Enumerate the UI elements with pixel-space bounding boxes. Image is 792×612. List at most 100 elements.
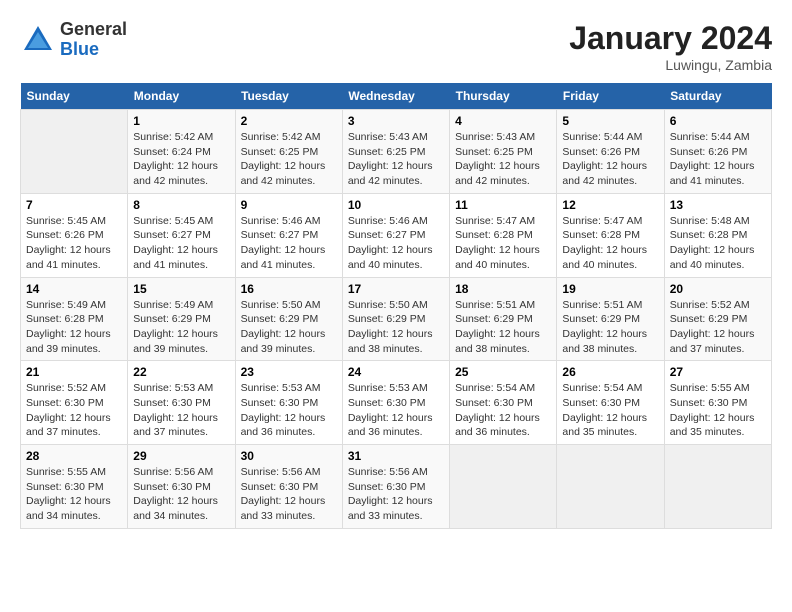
- week-row-3: 14 Sunrise: 5:49 AMSunset: 6:28 PMDayligh…: [21, 277, 772, 361]
- day-cell-21: 21 Sunrise: 5:52 AMSunset: 6:30 PMDayligh…: [21, 361, 128, 445]
- day-info: Sunrise: 5:50 AMSunset: 6:29 PMDaylight:…: [348, 298, 444, 357]
- day-info: Sunrise: 5:56 AMSunset: 6:30 PMDaylight:…: [241, 465, 337, 524]
- day-info: Sunrise: 5:54 AMSunset: 6:30 PMDaylight:…: [455, 381, 551, 440]
- month-title: January 2024: [569, 20, 772, 57]
- day-info: Sunrise: 5:44 AMSunset: 6:26 PMDaylight:…: [670, 130, 766, 189]
- day-number: 10: [348, 198, 444, 212]
- header-cell-wednesday: Wednesday: [342, 83, 449, 110]
- day-number: 27: [670, 365, 766, 379]
- day-info: Sunrise: 5:50 AMSunset: 6:29 PMDaylight:…: [241, 298, 337, 357]
- day-number: 29: [133, 449, 229, 463]
- day-number: 12: [562, 198, 658, 212]
- header-row: SundayMondayTuesdayWednesdayThursdayFrid…: [21, 83, 772, 110]
- day-info: Sunrise: 5:42 AMSunset: 6:25 PMDaylight:…: [241, 130, 337, 189]
- day-cell-14: 14 Sunrise: 5:49 AMSunset: 6:28 PMDayligh…: [21, 277, 128, 361]
- empty-cell: [557, 445, 664, 529]
- day-cell-26: 26 Sunrise: 5:54 AMSunset: 6:30 PMDayligh…: [557, 361, 664, 445]
- location: Luwingu, Zambia: [569, 57, 772, 73]
- day-info: Sunrise: 5:55 AMSunset: 6:30 PMDaylight:…: [26, 465, 122, 524]
- empty-cell: [21, 110, 128, 194]
- day-info: Sunrise: 5:47 AMSunset: 6:28 PMDaylight:…: [455, 214, 551, 273]
- day-cell-7: 7 Sunrise: 5:45 AMSunset: 6:26 PMDaylight…: [21, 193, 128, 277]
- day-number: 22: [133, 365, 229, 379]
- day-cell-3: 3Sunrise: 5:43 AMSunset: 6:25 PMDaylight…: [342, 110, 449, 194]
- day-cell-28: 28 Sunrise: 5:55 AMSunset: 6:30 PMDayligh…: [21, 445, 128, 529]
- week-row-5: 28 Sunrise: 5:55 AMSunset: 6:30 PMDayligh…: [21, 445, 772, 529]
- day-info: Sunrise: 5:53 AMSunset: 6:30 PMDaylight:…: [241, 381, 337, 440]
- day-number: 26: [562, 365, 658, 379]
- day-cell-19: 19Sunrise: 5:51 AMSunset: 6:29 PMDayligh…: [557, 277, 664, 361]
- day-number: 30: [241, 449, 337, 463]
- day-cell-16: 16Sunrise: 5:50 AMSunset: 6:29 PMDayligh…: [235, 277, 342, 361]
- day-cell-25: 25 Sunrise: 5:54 AMSunset: 6:30 PMDayligh…: [450, 361, 557, 445]
- day-cell-15: 15Sunrise: 5:49 AMSunset: 6:29 PMDayligh…: [128, 277, 235, 361]
- day-cell-29: 29 Sunrise: 5:56 AMSunset: 6:30 PMDayligh…: [128, 445, 235, 529]
- day-number: 20: [670, 282, 766, 296]
- day-cell-11: 11Sunrise: 5:47 AMSunset: 6:28 PMDayligh…: [450, 193, 557, 277]
- day-number: 5: [562, 114, 658, 128]
- day-info: Sunrise: 5:45 AMSunset: 6:26 PMDaylight:…: [26, 214, 122, 273]
- day-number: 2: [241, 114, 337, 128]
- day-cell-30: 30 Sunrise: 5:56 AMSunset: 6:30 PMDayligh…: [235, 445, 342, 529]
- day-info: Sunrise: 5:56 AMSunset: 6:30 PMDaylight:…: [133, 465, 229, 524]
- day-info: Sunrise: 5:42 AMSunset: 6:24 PMDaylight:…: [133, 130, 229, 189]
- day-info: Sunrise: 5:52 AMSunset: 6:30 PMDaylight:…: [26, 381, 122, 440]
- day-info: Sunrise: 5:46 AMSunset: 6:27 PMDaylight:…: [241, 214, 337, 273]
- day-number: 28: [26, 449, 122, 463]
- day-info: Sunrise: 5:48 AMSunset: 6:28 PMDaylight:…: [670, 214, 766, 273]
- day-number: 24: [348, 365, 444, 379]
- day-cell-9: 9 Sunrise: 5:46 AMSunset: 6:27 PMDaylight…: [235, 193, 342, 277]
- day-cell-31: 31 Sunrise: 5:56 AMSunset: 6:30 PMDayligh…: [342, 445, 449, 529]
- day-number: 1: [133, 114, 229, 128]
- logo-text: General Blue: [60, 20, 127, 60]
- day-cell-23: 23 Sunrise: 5:53 AMSunset: 6:30 PMDayligh…: [235, 361, 342, 445]
- day-info: Sunrise: 5:46 AMSunset: 6:27 PMDaylight:…: [348, 214, 444, 273]
- day-cell-13: 13 Sunrise: 5:48 AMSunset: 6:28 PMDayligh…: [664, 193, 771, 277]
- empty-cell: [450, 445, 557, 529]
- day-number: 25: [455, 365, 551, 379]
- day-info: Sunrise: 5:53 AMSunset: 6:30 PMDaylight:…: [133, 381, 229, 440]
- day-number: 21: [26, 365, 122, 379]
- day-cell-18: 18Sunrise: 5:51 AMSunset: 6:29 PMDayligh…: [450, 277, 557, 361]
- week-row-2: 7 Sunrise: 5:45 AMSunset: 6:26 PMDaylight…: [21, 193, 772, 277]
- day-number: 14: [26, 282, 122, 296]
- title-block: January 2024 Luwingu, Zambia: [569, 20, 772, 73]
- day-cell-22: 22 Sunrise: 5:53 AMSunset: 6:30 PMDayligh…: [128, 361, 235, 445]
- day-number: 19: [562, 282, 658, 296]
- day-info: Sunrise: 5:45 AMSunset: 6:27 PMDaylight:…: [133, 214, 229, 273]
- page-header: General Blue January 2024 Luwingu, Zambi…: [20, 20, 772, 73]
- day-info: Sunrise: 5:47 AMSunset: 6:28 PMDaylight:…: [562, 214, 658, 273]
- day-number: 23: [241, 365, 337, 379]
- day-number: 17: [348, 282, 444, 296]
- day-number: 8: [133, 198, 229, 212]
- day-number: 31: [348, 449, 444, 463]
- header-cell-thursday: Thursday: [450, 83, 557, 110]
- day-cell-6: 6 Sunrise: 5:44 AMSunset: 6:26 PMDaylight…: [664, 110, 771, 194]
- day-number: 13: [670, 198, 766, 212]
- day-number: 7: [26, 198, 122, 212]
- header-cell-saturday: Saturday: [664, 83, 771, 110]
- day-cell-20: 20Sunrise: 5:52 AMSunset: 6:29 PMDayligh…: [664, 277, 771, 361]
- logo-blue: Blue: [60, 40, 127, 60]
- day-cell-2: 2 Sunrise: 5:42 AMSunset: 6:25 PMDaylight…: [235, 110, 342, 194]
- day-cell-24: 24Sunrise: 5:53 AMSunset: 6:30 PMDayligh…: [342, 361, 449, 445]
- day-info: Sunrise: 5:49 AMSunset: 6:28 PMDaylight:…: [26, 298, 122, 357]
- day-cell-12: 12 Sunrise: 5:47 AMSunset: 6:28 PMDayligh…: [557, 193, 664, 277]
- day-number: 4: [455, 114, 551, 128]
- day-cell-5: 5Sunrise: 5:44 AMSunset: 6:26 PMDaylight…: [557, 110, 664, 194]
- day-info: Sunrise: 5:54 AMSunset: 6:30 PMDaylight:…: [562, 381, 658, 440]
- header-cell-monday: Monday: [128, 83, 235, 110]
- day-number: 6: [670, 114, 766, 128]
- header-cell-friday: Friday: [557, 83, 664, 110]
- logo-icon: [20, 22, 56, 58]
- header-cell-sunday: Sunday: [21, 83, 128, 110]
- day-info: Sunrise: 5:49 AMSunset: 6:29 PMDaylight:…: [133, 298, 229, 357]
- calendar-table: SundayMondayTuesdayWednesdayThursdayFrid…: [20, 83, 772, 529]
- week-row-4: 21 Sunrise: 5:52 AMSunset: 6:30 PMDayligh…: [21, 361, 772, 445]
- day-cell-1: 1 Sunrise: 5:42 AMSunset: 6:24 PMDaylight…: [128, 110, 235, 194]
- logo-general: General: [60, 20, 127, 40]
- day-cell-27: 27 Sunrise: 5:55 AMSunset: 6:30 PMDayligh…: [664, 361, 771, 445]
- day-info: Sunrise: 5:56 AMSunset: 6:30 PMDaylight:…: [348, 465, 444, 524]
- day-number: 9: [241, 198, 337, 212]
- day-info: Sunrise: 5:55 AMSunset: 6:30 PMDaylight:…: [670, 381, 766, 440]
